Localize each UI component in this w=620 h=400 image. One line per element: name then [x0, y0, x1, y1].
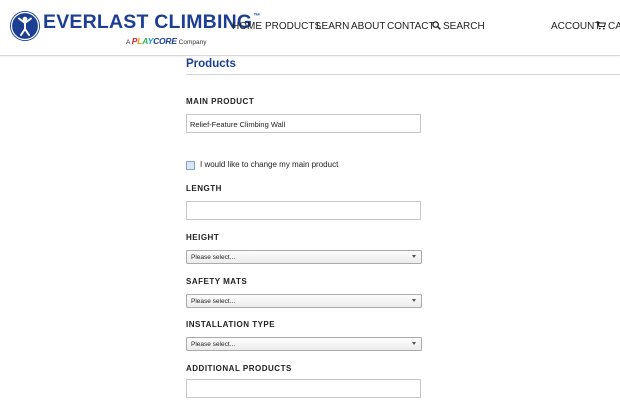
height-select[interactable]: Please select...: [186, 250, 422, 264]
nav-home-link[interactable]: HOME: [232, 21, 262, 32]
main-product-field[interactable]: Relief-Feature Climbing Wall: [186, 114, 421, 133]
main-product-label: MAIN PRODUCT: [186, 97, 255, 106]
safety-mats-select-value: Please select...: [191, 298, 236, 305]
safety-mats-label: SAFETY MATS: [186, 277, 248, 286]
length-input[interactable]: [186, 201, 421, 220]
change-main-product-checkbox[interactable]: [186, 161, 195, 170]
brand-parent-company: A PLAYCORE Company: [126, 36, 207, 46]
nav-search-link[interactable]: SEARCH: [432, 21, 485, 33]
installation-type-label: INSTALLATION TYPE: [186, 320, 276, 329]
height-select-value: Please select...: [191, 254, 236, 261]
search-icon: [432, 21, 441, 33]
climber-logo-icon: [10, 11, 40, 41]
site-header: EVERLAST CLIMBING™ A PLAYCORE Company HO…: [0, 0, 620, 56]
cart-icon: [596, 21, 606, 33]
installation-type-select-value: Please select...: [191, 341, 236, 348]
section-title: Products: [186, 58, 236, 70]
nav-search-label: SEARCH: [443, 21, 485, 32]
nav-learn-link[interactable]: LEARN: [316, 21, 349, 32]
installation-type-select[interactable]: Please select...: [186, 337, 422, 351]
brand-name: EVERLAST CLIMBING™: [43, 11, 261, 33]
change-main-product-label: I would like to change my main product: [200, 160, 339, 169]
nav-products-link[interactable]: PRODUCTS: [265, 21, 321, 32]
account-link[interactable]: ACCOUNT: [551, 21, 600, 32]
cart-label: CA: [608, 21, 620, 32]
length-label: LENGTH: [186, 184, 222, 193]
cart-link[interactable]: CA: [596, 21, 620, 33]
chevron-down-icon: [412, 255, 416, 258]
additional-products-input[interactable]: [186, 379, 421, 398]
brand-logo[interactable]: EVERLAST CLIMBING™ A PLAYCORE Company: [10, 8, 260, 50]
additional-products-label: ADDITIONAL PRODUCTS: [186, 364, 292, 373]
nav-about-link[interactable]: ABOUT: [351, 21, 385, 32]
chevron-down-icon: [412, 342, 416, 345]
chevron-down-icon: [412, 299, 416, 302]
section-divider: [186, 74, 620, 75]
safety-mats-select[interactable]: Please select...: [186, 294, 422, 308]
height-label: HEIGHT: [186, 233, 220, 242]
nav-contact-link[interactable]: CONTACT: [387, 21, 435, 32]
